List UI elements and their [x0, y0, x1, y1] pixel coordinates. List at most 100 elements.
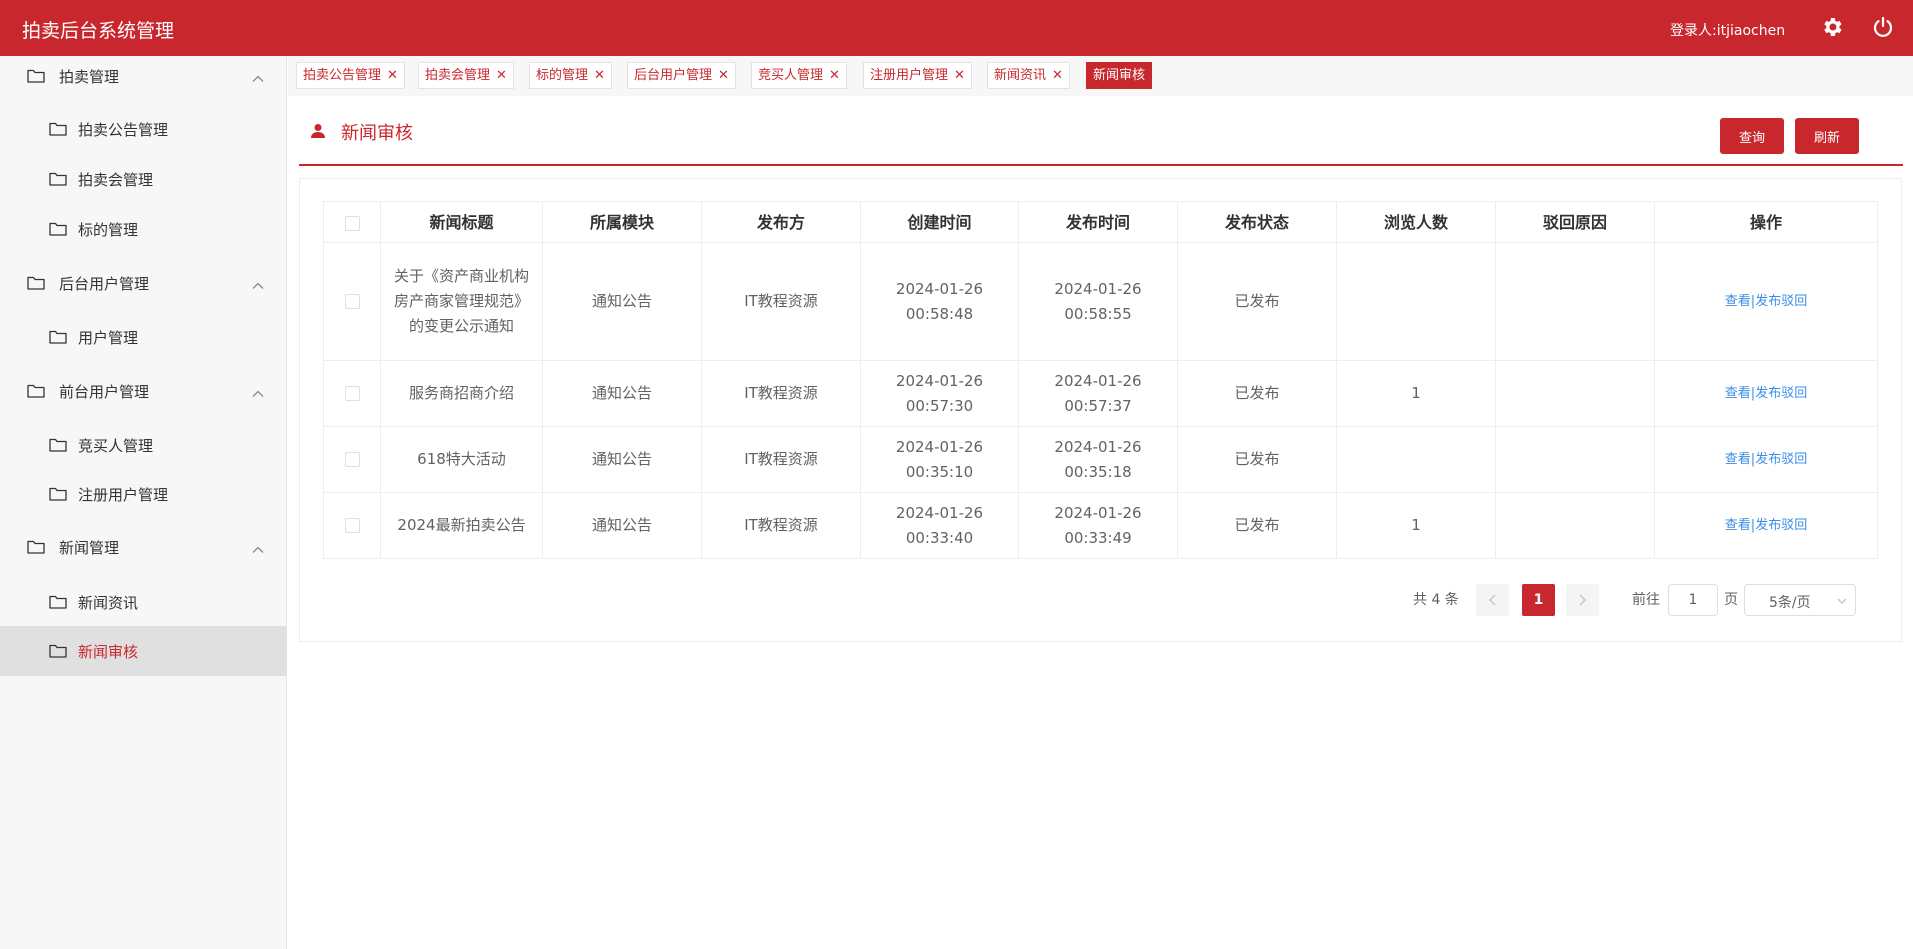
- created-time-cell: 2024-01-26 00:33:40: [860, 492, 1019, 559]
- sidebar-item-label: 后台用户管理: [59, 275, 150, 293]
- views-cell: [1336, 426, 1496, 493]
- tab[interactable]: 标的管理 ✕: [529, 62, 612, 89]
- module-cell: 通知公告: [542, 426, 702, 493]
- chevron-right-icon: [1579, 594, 1587, 606]
- operations-cell: 查看|发布驳回: [1654, 360, 1878, 427]
- sidebar-item[interactable]: 新闻资讯: [0, 577, 287, 627]
- select-all-cell: [323, 201, 381, 243]
- chevron-up-icon[interactable]: [252, 278, 264, 289]
- sidebar-item[interactable]: 拍卖公告管理: [0, 104, 287, 154]
- reject-publish-link[interactable]: 发布驳回: [1755, 452, 1807, 467]
- folder-icon: [49, 437, 67, 453]
- user-icon: [311, 123, 325, 139]
- tab-label: 拍卖会管理: [425, 68, 491, 83]
- query-button[interactable]: 查询: [1720, 118, 1784, 154]
- sidebar-item[interactable]: 用户管理: [0, 312, 287, 362]
- folder-icon: [27, 275, 45, 291]
- tab[interactable]: 新闻审核: [1086, 62, 1153, 89]
- prev-page-button[interactable]: [1476, 584, 1509, 616]
- page-size-select[interactable]: 5条/页: [1744, 584, 1856, 616]
- folder-icon: [49, 121, 67, 137]
- close-icon[interactable]: ✕: [387, 68, 398, 83]
- sidebar-item-label: 拍卖管理: [59, 68, 120, 86]
- views-cell: 1: [1336, 492, 1496, 559]
- folder-icon: [27, 539, 45, 555]
- tab[interactable]: 拍卖会管理 ✕: [418, 62, 514, 89]
- sidebar-item-label: 新闻管理: [59, 539, 120, 557]
- table-row: 2024最新拍卖公告 通知公告 IT教程资源 2024-01-26 00:33:40 2…: [323, 492, 1878, 559]
- gear-icon[interactable]: [1820, 15, 1844, 39]
- reject-publish-link[interactable]: 发布驳回: [1755, 294, 1807, 309]
- reject-reason-cell: [1495, 360, 1655, 427]
- reject-reason-cell: [1495, 426, 1655, 493]
- refresh-button[interactable]: 刷新: [1795, 118, 1859, 154]
- sidebar-item-label: 注册用户管理: [78, 486, 169, 504]
- goto-page-input[interactable]: [1668, 584, 1718, 616]
- chevron-up-icon[interactable]: [252, 386, 264, 397]
- sidebar-item-label: 新闻审核: [78, 643, 139, 661]
- tab-label: 注册用户管理: [870, 68, 949, 83]
- close-icon[interactable]: ✕: [954, 68, 965, 83]
- page-number-button[interactable]: 1: [1522, 584, 1555, 616]
- sidebar-item[interactable]: 拍卖管理: [0, 51, 287, 101]
- close-icon[interactable]: ✕: [594, 68, 605, 83]
- page-suffix-label: 页: [1724, 592, 1738, 608]
- close-icon[interactable]: ✕: [1052, 68, 1063, 83]
- sidebar-item-label: 竞买人管理: [78, 437, 154, 455]
- sidebar-item[interactable]: 注册用户管理: [0, 469, 287, 519]
- column-header: 发布时间: [1018, 201, 1178, 243]
- column-header: 发布方: [701, 201, 861, 243]
- operations-cell: 查看|发布驳回: [1654, 492, 1878, 559]
- sidebar-item-label: 前台用户管理: [59, 383, 150, 401]
- sidebar-item[interactable]: 标的管理: [0, 204, 287, 254]
- views-cell: 1: [1336, 360, 1496, 427]
- tab[interactable]: 竞买人管理 ✕: [751, 62, 847, 89]
- table-row: 618特大活动 通知公告 IT教程资源 2024-01-26 00:35:10 2024…: [323, 426, 1878, 493]
- created-time-cell: 2024-01-26 00:35:10: [860, 426, 1019, 493]
- status-cell: 已发布: [1177, 242, 1337, 361]
- view-link[interactable]: 查看: [1725, 386, 1751, 401]
- row-select-cell: [323, 242, 381, 361]
- select-all-checkbox[interactable]: [344, 215, 360, 231]
- close-icon[interactable]: ✕: [496, 68, 507, 83]
- power-icon[interactable]: [1871, 15, 1895, 39]
- next-page-button[interactable]: [1566, 584, 1599, 616]
- tab[interactable]: 新闻资讯 ✕: [987, 62, 1070, 89]
- goto-label: 前往: [1632, 592, 1660, 608]
- created-time-cell: 2024-01-26 00:57:30: [860, 360, 1019, 427]
- table-row: 服务商招商介绍 通知公告 IT教程资源 2024-01-26 00:57:30 2024…: [323, 360, 1878, 427]
- sidebar-item[interactable]: 新闻管理: [0, 522, 287, 572]
- news-title-cell: 关于《资产商业机构房产商家管理规范》的变更公示通知: [380, 242, 543, 361]
- view-link[interactable]: 查看: [1725, 518, 1751, 533]
- tab[interactable]: 后台用户管理 ✕: [627, 62, 736, 89]
- tab[interactable]: 注册用户管理 ✕: [863, 62, 972, 89]
- close-icon[interactable]: ✕: [718, 68, 729, 83]
- sidebar-item-label: 标的管理: [78, 221, 139, 239]
- chevron-up-icon[interactable]: [252, 542, 264, 553]
- view-link[interactable]: 查看: [1725, 294, 1751, 309]
- published-time-cell: 2024-01-26 00:58:55: [1018, 242, 1178, 361]
- sidebar-item[interactable]: 后台用户管理: [0, 258, 287, 308]
- reject-publish-link[interactable]: 发布驳回: [1755, 518, 1807, 533]
- sidebar-item[interactable]: 竞买人管理: [0, 420, 287, 470]
- status-cell: 已发布: [1177, 492, 1337, 559]
- reject-publish-link[interactable]: 发布驳回: [1755, 386, 1807, 401]
- status-cell: 已发布: [1177, 426, 1337, 493]
- sidebar-item[interactable]: 拍卖会管理: [0, 154, 287, 204]
- sidebar-item[interactable]: 前台用户管理: [0, 366, 287, 416]
- row-checkbox[interactable]: [344, 452, 360, 467]
- tab[interactable]: 拍卖公告管理 ✕: [296, 62, 405, 89]
- operations-cell: 查看|发布驳回: [1654, 426, 1878, 493]
- sidebar-item[interactable]: 新闻审核: [0, 626, 287, 676]
- news-title-cell: 618特大活动: [380, 426, 543, 493]
- row-checkbox[interactable]: [344, 294, 360, 309]
- close-icon[interactable]: ✕: [829, 68, 840, 83]
- view-link[interactable]: 查看: [1725, 452, 1751, 467]
- page-title: 新闻审核: [341, 123, 413, 144]
- tab-label: 新闻审核: [1093, 68, 1146, 83]
- folder-icon: [49, 171, 67, 187]
- row-checkbox[interactable]: [344, 518, 360, 533]
- row-select-cell: [323, 492, 381, 559]
- row-checkbox[interactable]: [344, 386, 360, 401]
- chevron-up-icon[interactable]: [252, 71, 264, 82]
